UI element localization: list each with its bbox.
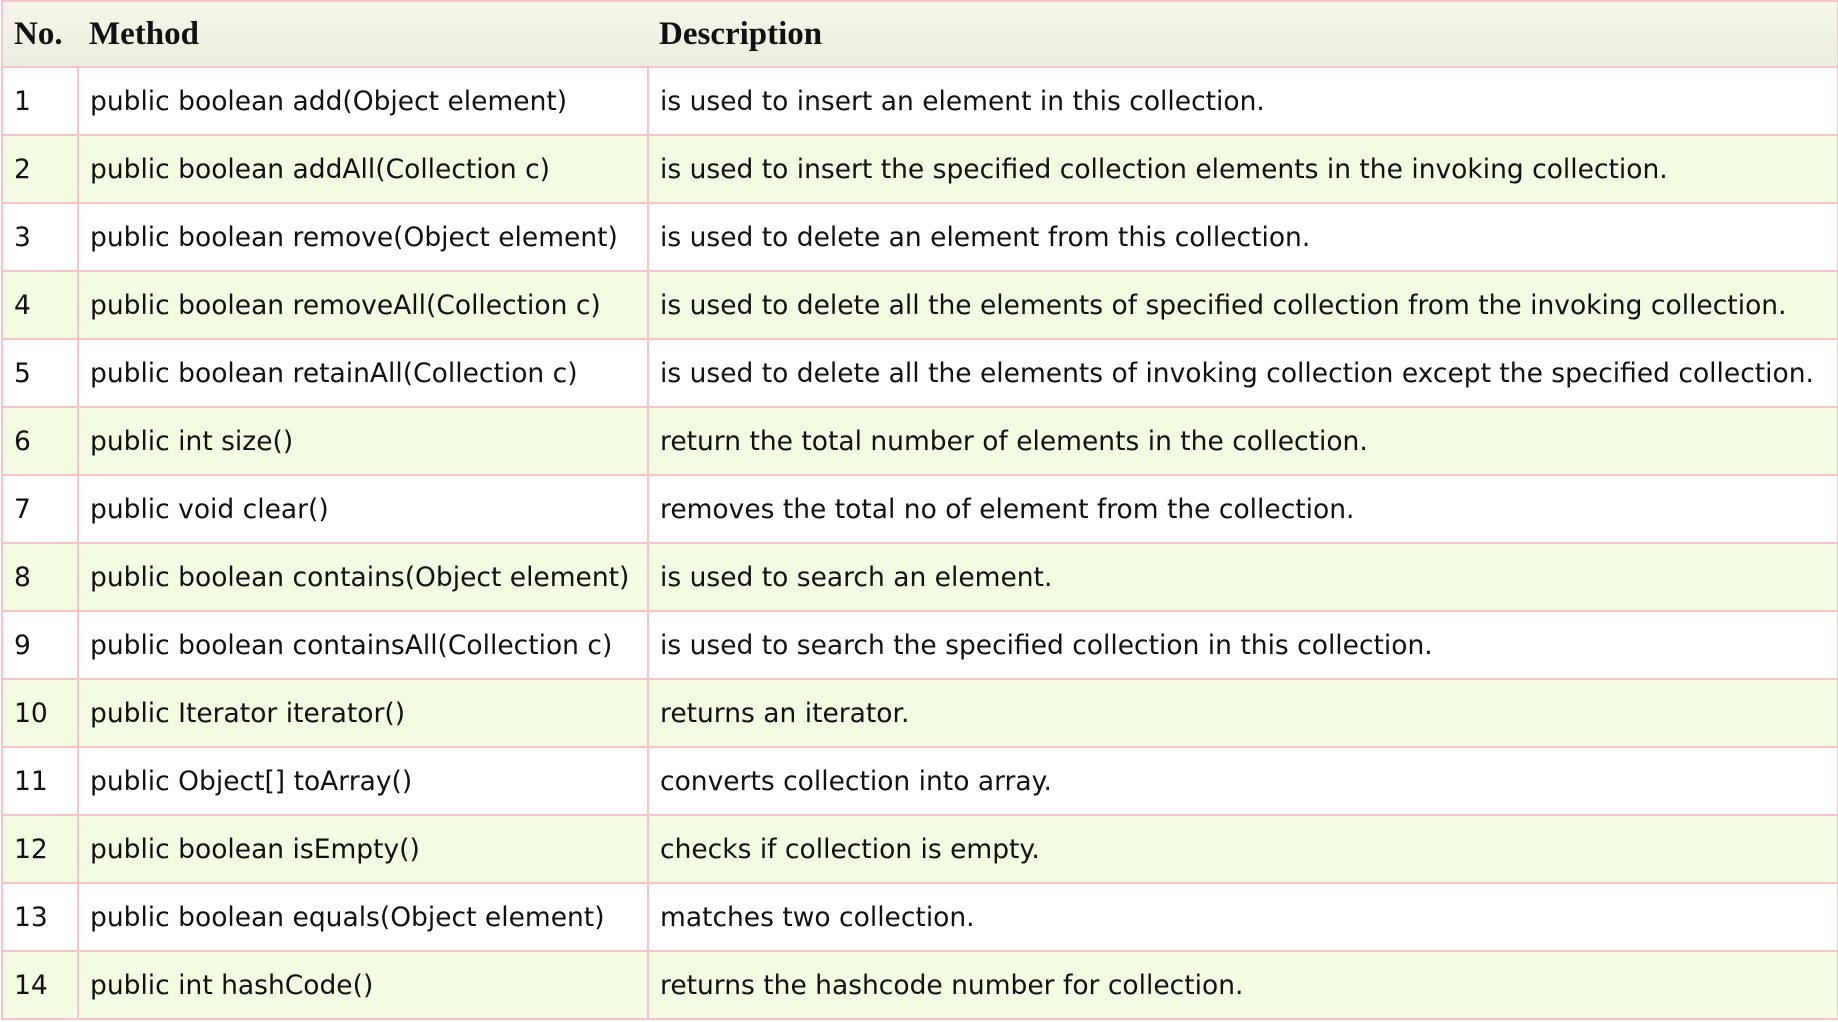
cell-no: 8 bbox=[1, 542, 79, 612]
cell-method: public boolean equals(Object element) bbox=[77, 882, 649, 952]
table-row: 8 public boolean contains(Object element… bbox=[1, 542, 1838, 612]
cell-method: public int size() bbox=[77, 406, 649, 476]
cell-no: 5 bbox=[1, 338, 79, 408]
cell-description: returns the hashcode number for collecti… bbox=[647, 950, 1838, 1020]
cell-description: converts collection into array. bbox=[647, 746, 1838, 816]
cell-no: 1 bbox=[1, 66, 79, 136]
table-row: 14 public int hashCode() returns the has… bbox=[1, 950, 1838, 1020]
cell-method: public Object[] toArray() bbox=[77, 746, 649, 816]
cell-method: public void clear() bbox=[77, 474, 649, 544]
cell-method: public int hashCode() bbox=[77, 950, 649, 1020]
cell-description: is used to delete all the elements of sp… bbox=[647, 270, 1838, 340]
cell-method: public boolean retainAll(Collection c) bbox=[77, 338, 649, 408]
cell-no: 11 bbox=[1, 746, 79, 816]
header-description: Description bbox=[648, 0, 1838, 68]
header-method: Method bbox=[78, 0, 648, 68]
table-row: 12 public boolean isEmpty() checks if co… bbox=[1, 814, 1838, 884]
cell-description: is used to search the specified collecti… bbox=[647, 610, 1838, 680]
cell-description: checks if collection is empty. bbox=[647, 814, 1838, 884]
cell-no: 3 bbox=[1, 202, 79, 272]
cell-no: 9 bbox=[1, 610, 79, 680]
cell-no: 14 bbox=[1, 950, 79, 1020]
cell-method: public boolean containsAll(Collection c) bbox=[77, 610, 649, 680]
table-row: 11 public Object[] toArray() converts co… bbox=[1, 746, 1838, 816]
methods-table: No. Method Description 1 public boolean … bbox=[1, 0, 1838, 1020]
table-row: 2 public boolean addAll(Collection c) is… bbox=[1, 134, 1838, 204]
cell-description: matches two collection. bbox=[647, 882, 1838, 952]
table-row: 6 public int size() return the total num… bbox=[1, 406, 1838, 476]
cell-description: return the total number of elements in t… bbox=[647, 406, 1838, 476]
cell-no: 4 bbox=[1, 270, 79, 340]
cell-no: 2 bbox=[1, 134, 79, 204]
cell-no: 12 bbox=[1, 814, 79, 884]
cell-method: public Iterator iterator() bbox=[77, 678, 649, 748]
table-row: 3 public boolean remove(Object element) … bbox=[1, 202, 1838, 272]
table-row: 5 public boolean retainAll(Collection c)… bbox=[1, 338, 1838, 408]
header-no: No. bbox=[1, 0, 78, 68]
cell-method: public boolean isEmpty() bbox=[77, 814, 649, 884]
cell-description: is used to search an element. bbox=[647, 542, 1838, 612]
cell-description: is used to insert an element in this col… bbox=[647, 66, 1838, 136]
table-row: 1 public boolean add(Object element) is … bbox=[1, 66, 1838, 136]
table-row: 7 public void clear() removes the total … bbox=[1, 474, 1838, 544]
cell-no: 10 bbox=[1, 678, 79, 748]
table-row: 9 public boolean containsAll(Collection … bbox=[1, 610, 1838, 680]
cell-method: public boolean remove(Object element) bbox=[77, 202, 649, 272]
table-row: 10 public Iterator iterator() returns an… bbox=[1, 678, 1838, 748]
cell-no: 6 bbox=[1, 406, 79, 476]
cell-description: is used to delete all the elements of in… bbox=[647, 338, 1838, 408]
table-body: 1 public boolean add(Object element) is … bbox=[1, 66, 1838, 1020]
cell-description: removes the total no of element from the… bbox=[647, 474, 1838, 544]
cell-method: public boolean addAll(Collection c) bbox=[77, 134, 649, 204]
cell-description: returns an iterator. bbox=[647, 678, 1838, 748]
cell-no: 13 bbox=[1, 882, 79, 952]
table-row: 13 public boolean equals(Object element)… bbox=[1, 882, 1838, 952]
table-row: 4 public boolean removeAll(Collection c)… bbox=[1, 270, 1838, 340]
cell-description: is used to insert the specified collecti… bbox=[647, 134, 1838, 204]
header-row: No. Method Description bbox=[1, 0, 1838, 68]
cell-description: is used to delete an element from this c… bbox=[647, 202, 1838, 272]
cell-method: public boolean add(Object element) bbox=[77, 66, 649, 136]
table-header: No. Method Description bbox=[1, 0, 1838, 68]
cell-method: public boolean contains(Object element) bbox=[77, 542, 649, 612]
cell-no: 7 bbox=[1, 474, 79, 544]
cell-method: public boolean removeAll(Collection c) bbox=[77, 270, 649, 340]
